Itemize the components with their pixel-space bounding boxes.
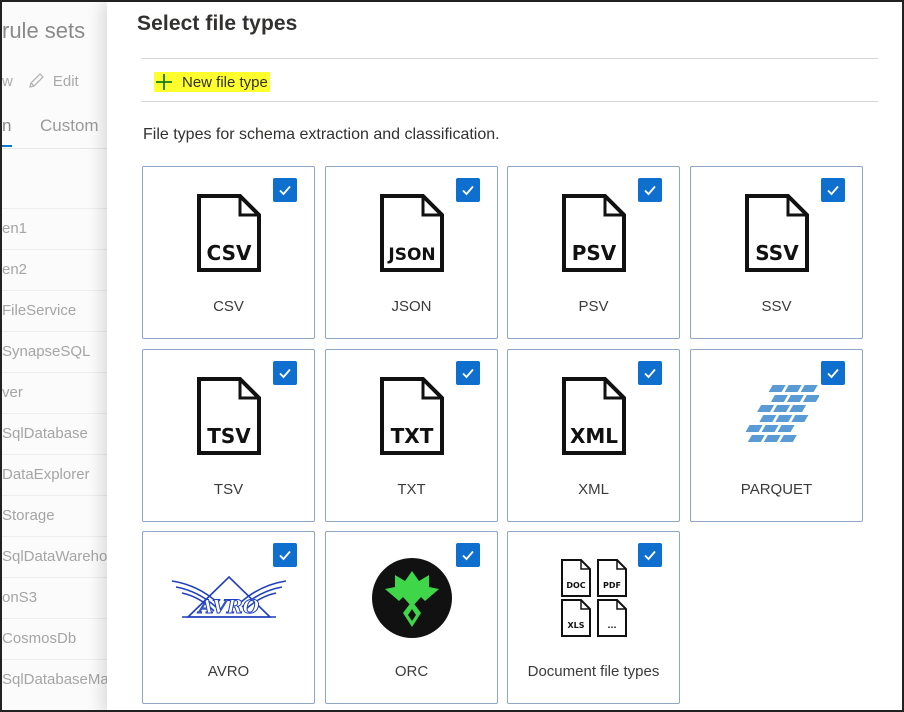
file-type-label: JSON: [391, 298, 432, 315]
file-type-label: PSV: [578, 298, 609, 315]
psv-file-icon: PSV: [508, 191, 679, 275]
new-file-type-label: New file type: [182, 73, 268, 91]
background-tab-active[interactable]: n: [2, 116, 12, 147]
file-type-label: XML: [578, 481, 609, 498]
background-list-row[interactable]: Storage: [2, 495, 112, 536]
panel-description: File types for schema extraction and cla…: [143, 126, 500, 143]
document-type-text: PDF: [603, 581, 621, 590]
file-type-card-parquet[interactable]: PARQUET: [690, 349, 863, 522]
background-toolbar: w Edit: [2, 72, 79, 90]
document-type-text: XLS: [567, 621, 584, 630]
file-type-card-json[interactable]: JSON JSON: [325, 166, 498, 339]
file-icon-text: CSV: [206, 241, 251, 265]
background-list-row[interactable]: SqlDatabase: [2, 413, 112, 454]
file-icon-text: TSV: [207, 424, 251, 448]
orc-logo-icon: [326, 556, 497, 640]
new-file-type-button[interactable]: New file type: [154, 72, 270, 92]
divider: [142, 101, 878, 102]
document-type-text: DOC: [566, 581, 585, 590]
screenshot-frame: rule sets w Edit n Custom en1 en2 FileServi…: [0, 0, 904, 712]
tsv-file-icon: TSV: [143, 374, 314, 458]
background-tabs: n Custom: [2, 116, 99, 147]
background-list-row[interactable]: en2: [2, 249, 112, 290]
file-type-card-document-file-types[interactable]: DOC PDF XLS ... Document file types: [507, 531, 680, 704]
background-list-row[interactable]: en1: [2, 208, 112, 249]
csv-file-icon: CSV: [143, 191, 314, 275]
avro-logo-icon: AVRO: [143, 556, 314, 640]
background-list-row[interactable]: FileService: [2, 290, 112, 331]
file-type-label: PARQUET: [740, 481, 813, 498]
json-file-icon: JSON: [326, 191, 497, 275]
background-edit-label: Edit: [52, 72, 79, 90]
file-type-label: Document file types: [527, 663, 660, 680]
file-type-label: CSV: [213, 298, 244, 315]
panel-title: Select file types: [137, 12, 298, 35]
file-icon-text: SSV: [755, 241, 799, 265]
select-file-types-panel: Select file types New file type File typ…: [107, 2, 902, 710]
background-list: en1 en2 FileService SynapseSQL ver SqlDatabas…: [2, 208, 112, 700]
background-list-row[interactable]: ver: [2, 372, 112, 413]
background-list-row[interactable]: DataExplorer: [2, 454, 112, 495]
ssv-file-icon: SSV: [691, 191, 862, 275]
background-list-row[interactable]: SqlDataWareho: [2, 536, 112, 577]
background-list-row[interactable]: SqlDatabaseMa: [2, 659, 112, 700]
file-type-label: SSV: [761, 298, 792, 315]
document-files-icon: DOC PDF XLS ...: [508, 556, 679, 640]
background-tab-custom[interactable]: Custom: [40, 116, 99, 135]
file-icon-text: TXT: [390, 424, 433, 448]
file-type-label: TSV: [213, 481, 244, 498]
file-type-card-txt[interactable]: TXT TXT: [325, 349, 498, 522]
document-type-text: ...: [607, 621, 616, 630]
divider: [142, 58, 878, 59]
background-list-row[interactable]: CosmosDb: [2, 618, 112, 659]
plus-icon: [156, 74, 172, 90]
xml-file-icon: XML: [508, 374, 679, 458]
file-icon-text: PSV: [571, 241, 616, 265]
parquet-logo-icon: [691, 374, 862, 458]
background-page: rule sets w Edit n Custom en1 en2 FileServi…: [2, 2, 112, 710]
file-type-label: ORC: [394, 663, 429, 680]
file-type-card-tsv[interactable]: TSV TSV: [142, 349, 315, 522]
file-type-label: TXT: [397, 481, 426, 498]
file-type-label: AVRO: [207, 663, 250, 680]
file-type-card-csv[interactable]: CSV CSV: [142, 166, 315, 339]
file-type-card-psv[interactable]: PSV PSV: [507, 166, 680, 339]
txt-file-icon: TXT: [326, 374, 497, 458]
background-page-title: rule sets: [2, 18, 86, 43]
pencil-icon: [28, 73, 44, 88]
background-list-row[interactable]: onS3: [2, 577, 112, 618]
background-new-button[interactable]: w: [2, 73, 13, 90]
file-type-card-avro[interactable]: AVRO AVRO: [142, 531, 315, 704]
file-icon-text: JSON: [387, 245, 435, 265]
background-list-row[interactable]: SynapseSQL: [2, 331, 112, 372]
file-type-card-ssv[interactable]: SSV SSV: [690, 166, 863, 339]
avro-logo-text: AVRO: [196, 596, 259, 618]
file-type-card-orc[interactable]: ORC: [325, 531, 498, 704]
file-type-card-xml[interactable]: XML XML: [507, 349, 680, 522]
background-edit-button[interactable]: Edit: [27, 72, 79, 90]
file-icon-text: XML: [569, 424, 617, 448]
background-tab-divider: [2, 148, 112, 149]
